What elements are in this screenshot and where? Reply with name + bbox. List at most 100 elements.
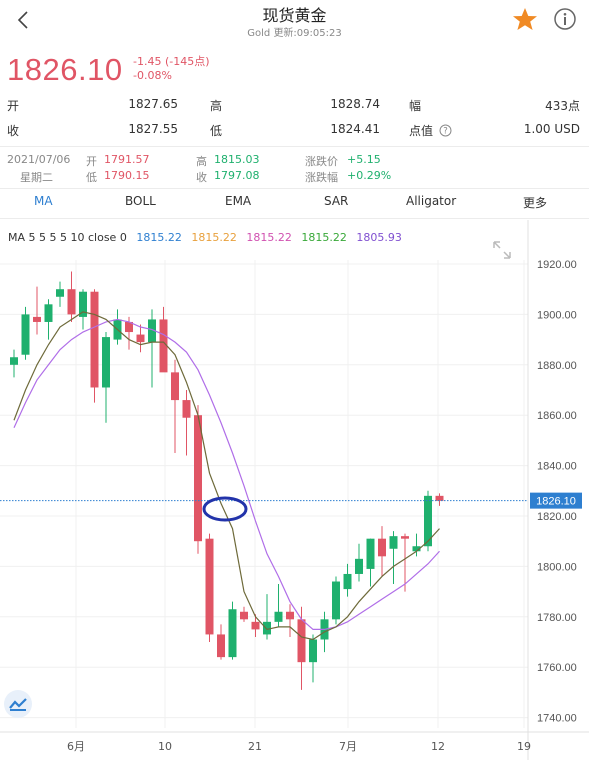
update-time: Gold 更新:09:05:23 [247, 28, 342, 39]
x-tick-label: 21 [248, 740, 262, 753]
candle [10, 349, 18, 378]
expand-arrows-icon[interactable] [493, 241, 511, 259]
candle-body [56, 289, 64, 297]
candle [79, 289, 87, 330]
candle [159, 306, 168, 373]
candle [33, 286, 41, 335]
x-tick-label: 10 [158, 740, 172, 753]
candle [56, 281, 64, 307]
candle [274, 584, 283, 627]
day-detail-bar: 2021/07/06 星期二 开 1791.57 低 1790.15 高 181… [0, 150, 589, 186]
candle [44, 299, 53, 340]
day-change-label: 涨跌价 [305, 155, 338, 168]
candle [389, 531, 398, 585]
price-change: -1.45 (-145点) [133, 55, 210, 68]
y-tick-label: 1920.00 [537, 259, 577, 271]
candle [435, 493, 444, 506]
header: 现货黄金 Gold 更新:09:05:23 [0, 0, 589, 44]
stats-grid: 开 1827.65 高 1828.74 幅 433点 收 1827.55 低 1… [0, 94, 589, 144]
ma-value-2: 1815.22 [191, 231, 237, 244]
indicator-tabs: MA BOLL EMA SAR Alligator 更多 [0, 192, 589, 216]
candle-body [274, 611, 283, 622]
candle-body [355, 558, 363, 574]
day-open-label: 开 [86, 155, 97, 168]
stat-value-high: 1828.74 [330, 97, 380, 111]
candle-body [366, 538, 375, 569]
day-change-pct-label: 涨跌幅 [305, 171, 338, 184]
day-open: 1791.57 [104, 153, 150, 166]
candle-body [228, 609, 237, 658]
current-price-label: 1826.10 [536, 496, 576, 508]
candle-body [21, 314, 30, 355]
stat-value-open: 1827.65 [128, 97, 178, 111]
candle-body [263, 621, 271, 635]
ma-value-5: 1805.93 [356, 231, 402, 244]
help-icon[interactable]: ? [439, 124, 452, 137]
annotation-ellipse [202, 496, 248, 522]
grid-lines [0, 260, 528, 728]
candle-body [217, 634, 225, 658]
ma-value-1: 1815.22 [136, 231, 182, 244]
candle [136, 324, 145, 353]
candle-body [182, 400, 191, 418]
tab-ma[interactable]: MA [34, 194, 53, 208]
tab-sar[interactable]: SAR [324, 194, 348, 208]
candle [228, 601, 237, 660]
tab-boll[interactable]: BOLL [125, 194, 156, 208]
y-tick-label: 1740.00 [537, 713, 577, 725]
day-close-label: 收 [196, 171, 207, 184]
day-change: +5.15 [347, 153, 381, 166]
current-price: 1826.10 [7, 52, 123, 87]
y-tick-label: 1800.00 [537, 561, 577, 573]
stat-label-range: 幅 [409, 99, 422, 113]
ma5-line [13, 311, 440, 641]
candle-body [205, 538, 214, 635]
candle [286, 604, 294, 637]
candle-body [44, 304, 53, 322]
tab-alligator[interactable]: Alligator [406, 194, 456, 208]
day-date: 2021/07/06 [7, 153, 71, 166]
day-close: 1797.08 [214, 169, 260, 182]
ma-value-4: 1815.22 [301, 231, 347, 244]
info-icon [554, 8, 576, 30]
candle [171, 359, 179, 453]
candle [332, 576, 340, 625]
candlestick-chart[interactable]: 1920.00 1900.00 1880.00 1860.00 1840.00 1820.… [0, 220, 589, 760]
candle-body [171, 372, 179, 401]
candle-body [343, 573, 352, 590]
candle [182, 390, 191, 456]
candle-body [401, 536, 409, 539]
x-tick-label: 12 [431, 740, 445, 753]
stat-label-close: 收 [7, 124, 20, 138]
candle [366, 538, 375, 587]
candle [378, 526, 386, 577]
candle-body [332, 581, 340, 620]
divider [0, 146, 589, 147]
candle [21, 306, 30, 360]
y-tick-label: 1760.00 [537, 662, 577, 674]
day-high: 1815.03 [214, 153, 260, 166]
y-tick-label: 1860.00 [537, 410, 577, 422]
ma-legend: MA 5 5 5 5 10 close 0 1815.22 1815.22 18… [8, 231, 408, 244]
candle [217, 624, 225, 660]
candle-body [389, 536, 398, 549]
x-tick-label: 6月 [67, 740, 85, 753]
day-change-pct: +0.29% [347, 169, 392, 182]
candle [240, 606, 248, 622]
stat-label-high: 高 [210, 99, 223, 113]
candle [424, 490, 432, 552]
candle [90, 289, 99, 403]
favorite-button[interactable] [511, 6, 539, 34]
candle [205, 533, 214, 642]
candles [10, 271, 444, 690]
info-button[interactable] [553, 7, 577, 31]
tab-more[interactable]: 更多 [523, 194, 547, 211]
candle [343, 563, 352, 597]
candle [309, 634, 317, 683]
ma-params: MA 5 5 5 5 10 close 0 [8, 231, 127, 244]
divider [0, 188, 589, 189]
tab-ema[interactable]: EMA [225, 194, 251, 208]
stat-value-close: 1827.55 [128, 122, 178, 136]
x-tick-label: 19 [517, 740, 531, 753]
candle-body [286, 611, 294, 620]
